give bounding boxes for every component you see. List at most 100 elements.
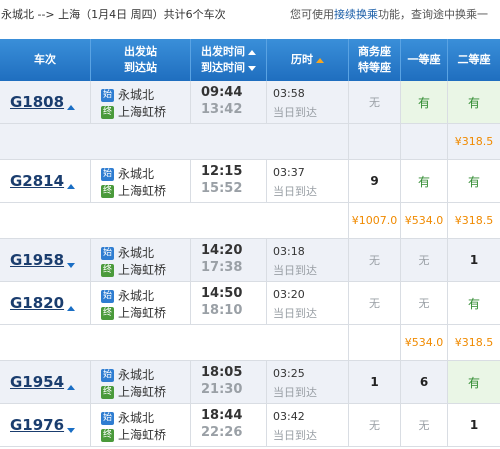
end-station-icon: 终 — [101, 185, 114, 198]
header-second-class-label: 二等座 — [457, 53, 491, 66]
arrive-station: 终上海虹桥 — [101, 182, 166, 199]
depart-time: 14:20 — [201, 243, 243, 258]
header-train-no-label: 车次 — [34, 53, 56, 66]
business-seat[interactable]: 9 — [349, 160, 401, 202]
expand-icon[interactable] — [67, 263, 75, 268]
first-class-seat[interactable]: 6 — [401, 361, 448, 403]
arrive-station-name: 上海虹桥 — [118, 385, 167, 399]
sort-down-icon[interactable] — [248, 65, 256, 71]
depart-time: 14:50 — [201, 286, 243, 301]
first-class-price: ¥534.0 — [401, 325, 448, 360]
header-duration[interactable]: 历时 — [267, 39, 349, 81]
start-station-icon: 始 — [101, 89, 114, 102]
train-results-table: 车次 出发站 到达站 出发时间 到达时间 历时 商务座 特等座 一等座 二等座 G18… — [0, 39, 500, 447]
second-class-seat[interactable]: 1 — [448, 239, 500, 281]
sort-up-icon[interactable] — [248, 49, 256, 55]
second-class-seat[interactable]: 有 — [448, 160, 500, 202]
depart-station-name: 永城北 — [118, 167, 155, 181]
arrive-station-name: 上海虹桥 — [118, 306, 167, 320]
arrival-day: 当日到达 — [273, 307, 317, 320]
train-number-link[interactable]: G2814 — [10, 172, 64, 190]
train-cell: G1808 — [0, 81, 91, 123]
arrival-day: 当日到达 — [273, 106, 317, 119]
second-class-seat[interactable]: 有 — [448, 282, 500, 324]
start-station-icon: 始 — [101, 412, 114, 425]
train-cell: G1976 — [0, 404, 91, 446]
header-train-no[interactable]: 车次 — [0, 39, 91, 81]
depart-station-name: 永城北 — [118, 368, 155, 382]
price-row: ¥318.5 — [0, 124, 500, 160]
train-number-link[interactable]: G1808 — [10, 93, 64, 111]
transfer-link[interactable]: 接续换乘 — [334, 8, 378, 21]
arrive-time: 18:10 — [201, 303, 243, 318]
end-station-icon: 终 — [101, 307, 114, 320]
arrive-time: 15:52 — [201, 181, 243, 196]
start-station-icon: 始 — [101, 168, 114, 181]
arrive-time: 17:38 — [201, 260, 243, 275]
train-row[interactable]: G1958 始永城北 终上海虹桥 14:20 17:38 03:18 当日到达 … — [0, 239, 500, 282]
second-class-seat[interactable]: 有 — [448, 361, 500, 403]
first-class-seat: 无 — [401, 404, 448, 446]
train-number-link[interactable]: G1958 — [10, 251, 64, 269]
second-class-seat[interactable]: 1 — [448, 404, 500, 446]
train-number-link[interactable]: G1954 — [10, 373, 64, 391]
business-seat: 无 — [349, 282, 401, 324]
depart-station: 始永城北 — [101, 86, 154, 103]
depart-station: 始永城北 — [101, 165, 154, 182]
arrive-station: 终上海虹桥 — [101, 383, 166, 400]
business-seat[interactable]: 1 — [349, 361, 401, 403]
first-class-seat: 无 — [401, 239, 448, 281]
collapse-icon[interactable] — [67, 184, 75, 189]
collapse-icon[interactable] — [67, 105, 75, 110]
arrival-day: 当日到达 — [273, 264, 317, 277]
train-number-link[interactable]: G1976 — [10, 416, 64, 434]
duration: 03:20 — [273, 288, 305, 301]
business-price — [349, 325, 401, 360]
second-class-price: ¥318.5 — [454, 135, 494, 148]
train-row[interactable]: G1808 始永城北 终上海虹桥 09:44 13:42 03:58 当日到达 … — [0, 81, 500, 124]
train-row[interactable]: G1820 始永城北 终上海虹桥 14:50 18:10 03:20 当日到达 … — [0, 282, 500, 325]
duration: 03:37 — [273, 166, 305, 179]
header-times[interactable]: 出发时间 到达时间 — [191, 39, 267, 81]
business-price — [349, 124, 401, 159]
business-seat: 无 — [349, 239, 401, 281]
end-station-icon: 终 — [101, 106, 114, 119]
header-business: 商务座 特等座 — [349, 39, 401, 81]
duration: 03:42 — [273, 410, 305, 423]
start-station-icon: 始 — [101, 290, 114, 303]
header-depart-station: 出发站 — [124, 45, 157, 58]
expand-icon[interactable] — [67, 428, 75, 433]
arrive-station: 终上海虹桥 — [101, 426, 166, 443]
business-seat: 无 — [349, 404, 401, 446]
arrive-station: 终上海虹桥 — [101, 261, 166, 278]
header-arrive-time: 到达时间 — [201, 61, 245, 74]
route-summary: 永城北 --> 上海（1月4日 周四）共计6个车次 — [1, 8, 226, 21]
train-number-link[interactable]: G1820 — [10, 294, 64, 312]
header-duration-label: 历时 — [291, 53, 313, 66]
price-row: ¥1007.0 ¥534.0 ¥318.5 — [0, 203, 500, 239]
first-class-seat[interactable]: 有 — [401, 160, 448, 202]
collapse-icon[interactable] — [67, 385, 75, 390]
second-class-price: ¥318.5 — [454, 214, 494, 227]
depart-station-name: 永城北 — [118, 88, 155, 102]
duration: 03:25 — [273, 367, 305, 380]
second-class-seat[interactable]: 有 — [448, 81, 500, 123]
train-row[interactable]: G1954 始永城北 终上海虹桥 18:05 21:30 03:25 当日到达 … — [0, 361, 500, 404]
depart-station: 始永城北 — [101, 244, 154, 261]
sort-up-icon[interactable] — [316, 57, 324, 63]
end-station-icon: 终 — [101, 429, 114, 442]
depart-time: 12:15 — [201, 164, 243, 179]
transfer-hint-prefix: 您可使用 — [290, 8, 334, 21]
transfer-hint: 您可使用接续换乘功能，查询途中换乘一 — [290, 6, 488, 22]
first-class-seat: 无 — [401, 282, 448, 324]
train-row[interactable]: G1976 始永城北 终上海虹桥 18:44 22:26 03:42 当日到达 … — [0, 404, 500, 447]
arrive-station-name: 上海虹桥 — [118, 263, 167, 277]
first-class-seat[interactable]: 有 — [401, 81, 448, 123]
collapse-icon[interactable] — [67, 306, 75, 311]
train-row[interactable]: G2814 始永城北 终上海虹桥 12:15 15:52 03:37 当日到达 … — [0, 160, 500, 203]
end-station-icon: 终 — [101, 264, 114, 277]
first-class-price: ¥534.0 — [401, 203, 448, 238]
end-station-icon: 终 — [101, 386, 114, 399]
train-cell: G2814 — [0, 160, 91, 202]
arrive-time: 13:42 — [201, 102, 243, 117]
